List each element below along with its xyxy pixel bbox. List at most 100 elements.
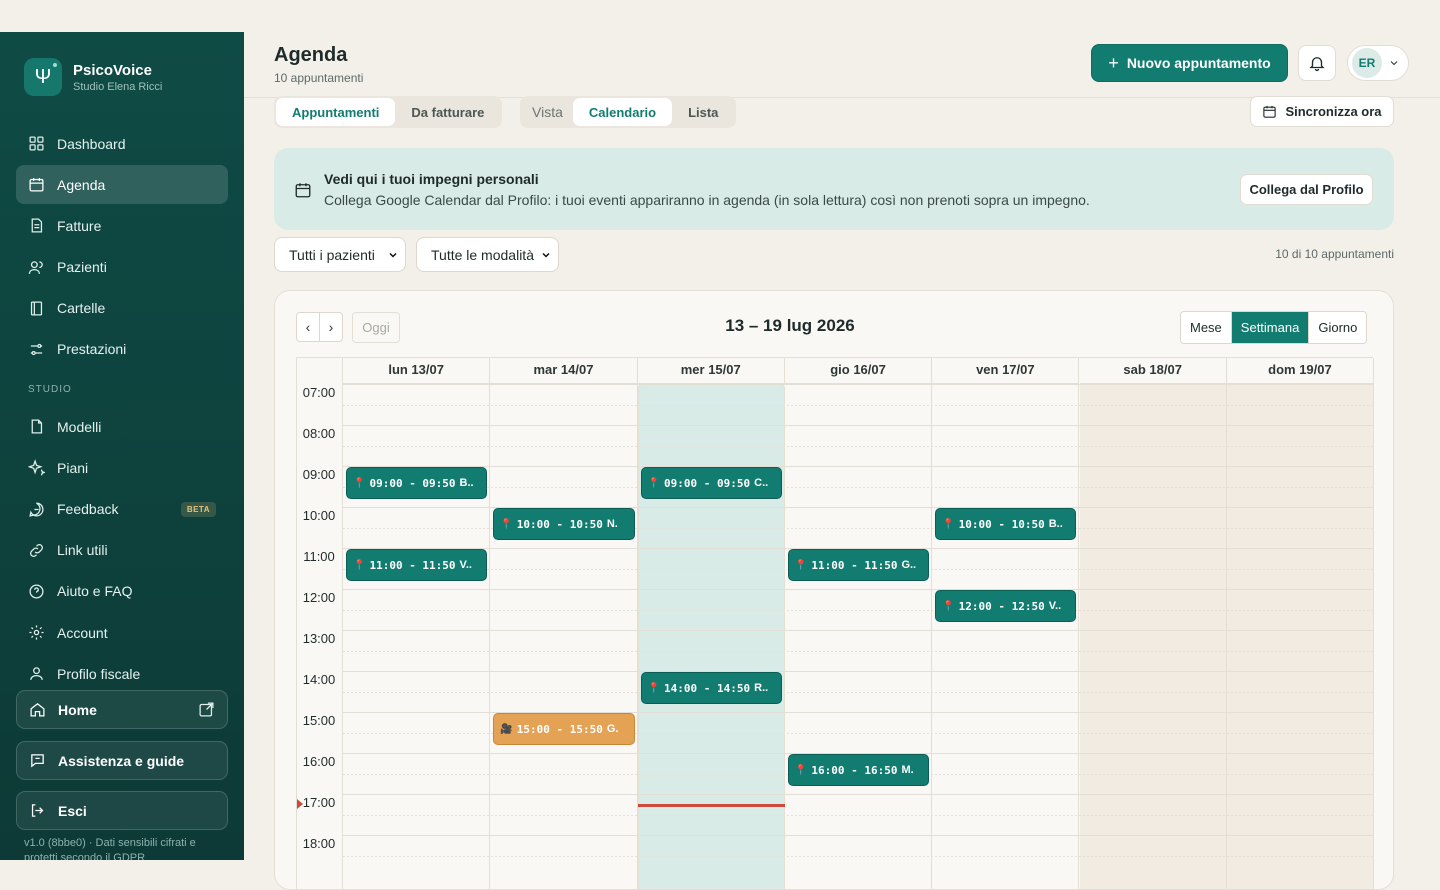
logout-button[interactable]: Esci [16,791,228,830]
appointment-event[interactable]: 🎥 15:00 - 15:50 G. [493,713,635,745]
new-appointment-button[interactable]: + Nuovo appuntamento [1091,44,1288,82]
hour-line [343,466,1373,467]
event-patient: M. [901,764,914,776]
day-header[interactable]: ven 17/07 [932,358,1080,384]
day-header[interactable]: sab 18/07 [1079,358,1227,384]
users-icon [28,260,43,274]
event-patient: V.. [459,559,472,571]
appointment-event[interactable]: 📍 16:00 - 16:50 M. [787,754,930,786]
hour-line [343,794,1373,795]
event-patient: C.. [754,477,769,489]
location-pin-icon: 📍 [942,600,955,612]
appointment-event[interactable]: 📍 10:00 - 10:50 N. [493,508,635,540]
home-label: Home [58,701,97,718]
sidebar-item-label: Pazienti [57,259,107,276]
day-header[interactable]: lun 13/07 [343,358,491,384]
location-pin-icon: 📍 [647,682,661,694]
chevron-down-icon [1390,61,1398,66]
hour-line [343,384,1373,385]
bell-icon [1309,57,1325,72]
appointment-event[interactable]: 📍 12:00 - 12:50 V.. [935,590,1077,622]
sidebar: Ψ PsicoVoice Studio Elena Ricci Dashboar… [0,32,244,860]
sidebar-item-dashboard[interactable]: Dashboard [16,124,228,163]
sidebar-item-link-utili[interactable]: Link utili [16,531,228,570]
time-label: 10:00 [302,508,336,523]
sidebar-item-piani[interactable]: Piani [16,448,228,487]
day-header[interactable]: dom 19/07 [1226,358,1375,384]
time-label: 12:00 [302,590,336,605]
half-hour-line [343,855,1373,857]
external-link-icon [199,702,214,717]
day-header[interactable]: mar 14/07 [490,358,638,384]
home-button[interactable]: Home [16,690,228,729]
tab-appuntamenti[interactable]: Appuntamenti [276,98,396,126]
logout-label: Esci [58,802,87,819]
sidebar-item-pazienti[interactable]: Pazienti [16,248,228,287]
user-menu[interactable]: ER [1347,45,1409,81]
chat-icon [31,754,44,768]
view-label: Vista [532,104,563,120]
file-icon [31,419,43,434]
view-week[interactable]: Settimana [1231,312,1310,343]
sidebar-item-aiuto[interactable]: Aiuto e FAQ [16,572,228,611]
event-time: 11:00 - 11:50 [369,558,456,572]
event-time: 16:00 - 16:50 [811,763,898,777]
week-grid: lun 13/07 mar 14/07 mer 15/07 gio 16/07 ven … [296,357,1375,889]
sidebar-item-agenda[interactable]: Agenda [16,165,228,205]
appointment-event[interactable]: 📍 11:00 - 11:50 V.. [346,549,488,581]
location-pin-icon: 📍 [794,559,808,571]
event-time: 12:00 - 12:50 [958,599,1045,613]
sidebar-item-fatture[interactable]: Fatture [16,206,228,245]
appointment-event[interactable]: 📍 09:00 - 09:50 C.. [640,467,782,499]
brand[interactable]: Ψ PsicoVoice Studio Elena Ricci [24,58,162,96]
notifications-button[interactable] [1298,45,1336,81]
day-header[interactable]: gio 16/07 [784,358,933,384]
page-title: Agenda [274,44,348,66]
sidebar-item-modelli[interactable]: Modelli [16,407,228,446]
view-day[interactable]: Giorno [1309,312,1367,343]
sidebar-item-cartelle[interactable]: Cartelle [16,289,228,328]
sidebar-item-label: Account [57,624,108,641]
location-pin-icon: 📍 [353,477,366,489]
time-label: 09:00 [302,467,336,482]
day-header[interactable]: mer 15/07 [637,358,785,384]
modes-filter-value: Tutte le modalità [431,246,534,263]
patients-filter[interactable]: Tutti i pazienti [274,237,406,272]
sidebar-item-label: Dashboard [57,135,126,152]
appointments-tabs: Appuntamenti Da fatturare [274,96,503,128]
new-appointment-label: Nuovo appuntamento [1126,55,1271,71]
folder-icon [30,301,43,316]
view-month[interactable]: Mese [1181,312,1232,343]
location-pin-icon: 📍 [500,518,513,530]
appointment-event[interactable]: 📍 09:00 - 09:50 B.. [346,467,488,499]
appointment-event[interactable]: 📍 14:00 - 14:50 R.. [640,672,782,704]
sync-button[interactable]: Sincronizza ora [1250,96,1394,127]
sidebar-item-prestazioni[interactable]: Prestazioni [16,330,228,369]
appointment-event[interactable]: 📍 11:00 - 11:50 G.. [787,549,930,581]
psi-logo-icon: Ψ [24,58,62,96]
sidebar-item-label: Agenda [57,176,106,193]
half-hour-line [343,691,1373,693]
event-time: 09:00 - 09:50 [369,476,456,490]
support-button[interactable]: Assistenza e guide [16,741,228,780]
location-pin-icon: 📍 [794,764,808,776]
half-hour-line [343,404,1373,406]
appointment-event[interactable]: 📍 10:00 - 10:50 B.. [935,508,1077,540]
calendar-icon [295,183,311,198]
hour-line [343,425,1373,426]
half-hour-line [343,814,1373,816]
grid-icon [29,136,44,151]
sidebar-item-profilo-fiscale[interactable]: Profilo fiscale [16,654,228,684]
event-patient: B.. [1048,518,1063,530]
appointments-count: 10 di 10 appuntamenti [1275,247,1394,261]
chevron-down-icon [389,252,397,258]
connect-profile-button[interactable]: Collega dal Profilo [1240,174,1373,205]
time-label: 07:00 [302,385,336,400]
event-time: 10:00 - 10:50 [958,517,1045,531]
modes-filter[interactable]: Tutte le modalità [416,237,559,272]
tab-lista[interactable]: Lista [672,98,734,126]
tab-calendario[interactable]: Calendario [572,98,673,126]
sidebar-item-feedback[interactable]: Feedback BETA [16,490,228,529]
tab-da-fatturare[interactable]: Da fatturare [395,98,500,126]
sidebar-item-account[interactable]: Account [16,613,228,652]
